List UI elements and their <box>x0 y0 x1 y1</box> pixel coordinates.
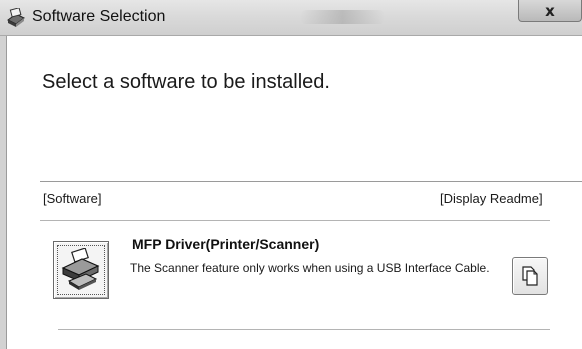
column-header-readme: [Display Readme] <box>440 191 543 206</box>
column-divider <box>40 220 550 221</box>
display-readme-button[interactable] <box>512 257 548 295</box>
software-item-title: MFP Driver(Printer/Scanner) <box>132 236 320 252</box>
software-item-description: The Scanner feature only works when usin… <box>130 261 490 275</box>
close-button[interactable]: x <box>518 0 582 22</box>
page-heading: Select a software to be installed. <box>42 71 330 93</box>
document-copy-icon <box>522 266 538 286</box>
close-icon: x <box>545 1 555 20</box>
header-divider <box>40 181 582 182</box>
window-title: Software Selection <box>32 8 166 25</box>
install-mfp-driver-button[interactable] <box>53 241 109 299</box>
printer-scanner-icon <box>61 248 100 290</box>
title-bar[interactable]: Software Selection x <box>0 0 582 36</box>
installer-app-icon <box>5 7 27 28</box>
row-divider <box>58 329 550 330</box>
column-header-software: [Software] <box>43 191 102 206</box>
blurred-title-region <box>300 10 385 24</box>
